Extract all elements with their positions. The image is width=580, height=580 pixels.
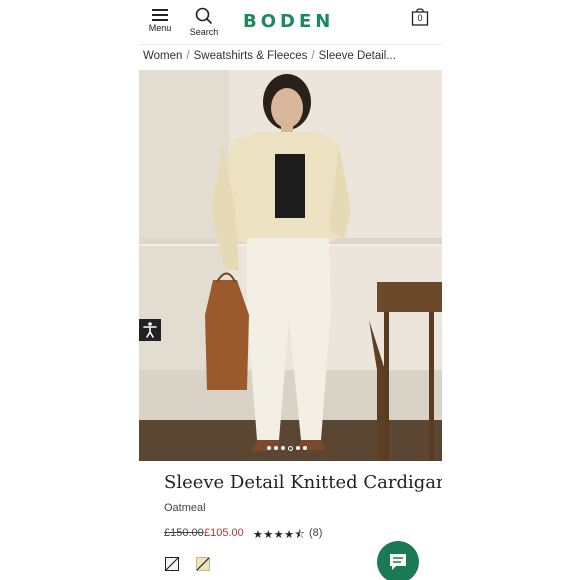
search-icon: [195, 7, 213, 25]
gallery-pagination: [267, 446, 307, 451]
color-swatch-oatmeal[interactable]: [196, 557, 210, 571]
bag-count: 0: [417, 13, 423, 23]
accessibility-button[interactable]: [139, 319, 161, 341]
menu-label: Menu: [148, 23, 172, 33]
gallery-dot[interactable]: [296, 446, 300, 450]
gallery-dot[interactable]: [303, 446, 307, 450]
hamburger-icon: [152, 9, 168, 21]
breadcrumb-separator: /: [186, 50, 190, 62]
gallery-dot[interactable]: [281, 446, 285, 450]
product-title: Sleeve Detail Knitted Cardigan: [164, 472, 442, 493]
color-swatch-black-white[interactable]: [165, 557, 179, 571]
breadcrumb-separator: /: [311, 50, 315, 62]
search-label: Search: [189, 27, 219, 37]
breadcrumb-item-category[interactable]: Sweatshirts & Fleeces: [194, 50, 308, 62]
gallery-dot[interactable]: [274, 446, 278, 450]
product-image-gallery[interactable]: [139, 70, 442, 461]
review-count[interactable]: (8): [309, 527, 322, 539]
price-now: £105.00: [204, 527, 244, 539]
product-color-name: Oatmeal: [164, 502, 206, 514]
chat-button[interactable]: [377, 541, 419, 580]
chat-icon: [390, 554, 406, 570]
site-header: Menu Search BODEN 0: [139, 0, 442, 45]
gallery-dot[interactable]: [288, 446, 293, 451]
price-was: £150.00: [164, 527, 204, 539]
breadcrumb-item-women[interactable]: Women: [143, 50, 182, 62]
breadcrumb-item-current: Sleeve Detail...: [318, 50, 396, 62]
breadcrumb: Women / Sweatshirts & Fleeces / Sleeve Detai…: [143, 50, 396, 62]
accessibility-icon: [143, 322, 157, 338]
rating-stars[interactable]: ★★★★⯪: [253, 526, 305, 545]
gallery-dot[interactable]: [267, 446, 271, 450]
page-frame: Menu Search BODEN 0 Women / Sweatshirts & …: [139, 0, 442, 580]
brand-logo[interactable]: BODEN: [243, 11, 334, 32]
menu-button[interactable]: Menu: [145, 7, 175, 33]
search-button[interactable]: Search: [189, 7, 219, 37]
product-photo: [139, 70, 442, 461]
